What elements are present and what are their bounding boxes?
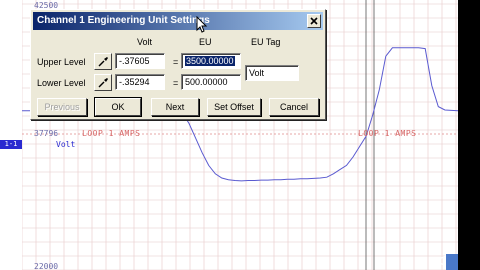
lower-picker-button[interactable] (94, 74, 112, 91)
dialog-titlebar[interactable]: Channel 1 Engineering Unit Settings (33, 12, 323, 30)
lower-level-label: Lower Level (37, 78, 86, 88)
set-offset-button[interactable]: Set Offset (207, 98, 261, 116)
ok-button[interactable]: OK (94, 97, 142, 117)
lower-volt-field[interactable]: -.35294 (115, 74, 165, 90)
lower-eu-field[interactable]: 500.00000 (181, 74, 241, 90)
eu-header: EU (199, 37, 212, 47)
channel-tag[interactable]: 1-1 (0, 140, 22, 149)
next-button[interactable]: Next (151, 98, 199, 116)
close-button[interactable] (307, 14, 321, 28)
previous-button[interactable]: Previous (37, 98, 87, 116)
eyedropper-icon (98, 57, 108, 67)
close-icon (310, 17, 318, 25)
mouse-pointer-icon (196, 16, 208, 33)
eu-settings-dialog: Channel 1 Engineering Unit Settings Volt… (30, 9, 326, 120)
lower-equals: = (173, 78, 179, 88)
loop-label-right: LOOP 1 AMPS (358, 129, 417, 138)
loop-label-left: LOOP 1 AMPS (82, 129, 141, 138)
upper-volt-field[interactable]: -.37605 (115, 53, 165, 69)
upper-eu-value: 3500.00000 (185, 56, 235, 66)
volt-header: Volt (137, 37, 153, 47)
bottom-scale-value: 22000 (34, 262, 59, 270)
upper-eu-field[interactable]: 3500.00000 (181, 53, 241, 69)
mid-scale-value: 37796 (34, 129, 59, 138)
eyedropper-icon (98, 78, 108, 88)
left-margin (0, 0, 22, 270)
channel-unit: Volt (56, 140, 76, 149)
upper-equals: = (173, 57, 179, 67)
eu-tag-field[interactable]: Volt (245, 65, 299, 81)
upper-level-label: Upper Level (37, 57, 86, 67)
eu-tag-header: EU Tag (251, 37, 281, 47)
dialog-title: Channel 1 Engineering Unit Settings (37, 15, 210, 26)
upper-picker-button[interactable] (94, 53, 112, 70)
scroll-corner-button[interactable] (446, 254, 458, 270)
cancel-button[interactable]: Cancel (269, 98, 319, 116)
